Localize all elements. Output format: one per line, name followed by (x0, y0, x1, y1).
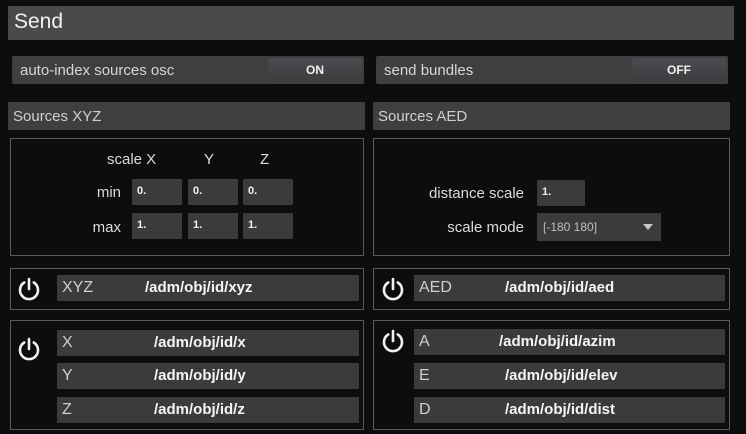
xyz-scale-panel: scale X Y Z min 0. 0. 0. max 1. 1. 1. (10, 138, 364, 256)
xyz-combined-panel: XYZ /adm/obj/id/xyz (10, 268, 364, 310)
window-title-bar: Send (8, 6, 734, 40)
auto-index-label: auto-index sources osc (20, 62, 175, 79)
power-icon[interactable] (16, 336, 42, 362)
window-title: Send (14, 10, 64, 33)
sources-xyz-title: Sources XYZ (13, 108, 102, 125)
scale-mode-label: scale mode (447, 219, 524, 236)
x-key: X (62, 334, 73, 351)
x-address-field[interactable]: X /adm/obj/id/x (57, 330, 359, 356)
power-icon[interactable] (16, 276, 42, 302)
distance-scale-input[interactable]: 1. (537, 180, 585, 206)
aed-separate-panel: A /adm/obj/id/azim E /adm/obj/id/elev D … (373, 320, 730, 430)
z-address-field[interactable]: Z /adm/obj/id/z (57, 397, 359, 423)
auto-index-toggle[interactable]: ON (268, 58, 362, 82)
d-key: D (419, 401, 431, 418)
distance-scale-label: distance scale (428, 185, 524, 202)
aed-address-field[interactable]: AED /adm/obj/id/aed (414, 275, 725, 301)
a-address-field[interactable]: A /adm/obj/id/azim (414, 329, 725, 355)
send-bundles-toggle[interactable]: OFF (632, 58, 726, 82)
d-address: /adm/obj/id/dist (505, 401, 616, 418)
min-x-input[interactable]: 0. (132, 179, 182, 205)
max-z-input[interactable]: 1. (243, 213, 293, 239)
aed-address: /adm/obj/id/aed (505, 279, 615, 296)
z-address: /adm/obj/id/z (154, 401, 245, 418)
sources-aed-title: Sources AED (378, 108, 468, 125)
aed-scale-panel: distance scale 1. scale mode [-180 180] (373, 138, 730, 256)
xyz-key: XYZ (62, 279, 94, 296)
z-header: Z (260, 151, 270, 168)
e-address-field[interactable]: E /adm/obj/id/elev (414, 363, 725, 389)
z-key: Z (62, 401, 72, 418)
aed-key: AED (419, 279, 452, 296)
min-z-input[interactable]: 0. (243, 179, 293, 205)
max-label: max (92, 219, 121, 236)
xyz-address: /adm/obj/id/xyz (145, 279, 253, 296)
max-x-input[interactable]: 1. (132, 213, 182, 239)
auto-index-row: auto-index sources osc ON (12, 56, 364, 84)
min-label: min (96, 184, 121, 201)
min-y-input[interactable]: 0. (188, 179, 238, 205)
xyz-address-field[interactable]: XYZ /adm/obj/id/xyz (57, 275, 359, 301)
sources-xyz-header: Sources XYZ (8, 102, 365, 130)
scale-mode-value: [-180 180] (543, 220, 598, 234)
y-address-field[interactable]: Y /adm/obj/id/y (57, 363, 359, 389)
a-address: /adm/obj/id/azim (499, 333, 616, 350)
power-icon[interactable] (380, 328, 406, 354)
e-address: /adm/obj/id/elev (505, 367, 618, 384)
send-bundles-label: send bundles (384, 62, 474, 79)
x-address: /adm/obj/id/x (154, 334, 246, 351)
y-address: /adm/obj/id/y (154, 367, 246, 384)
d-address-field[interactable]: D /adm/obj/id/dist (414, 397, 725, 423)
chevron-down-icon (643, 224, 653, 230)
power-icon[interactable] (380, 276, 406, 302)
max-y-input[interactable]: 1. (188, 213, 238, 239)
send-bundles-row: send bundles OFF (376, 56, 728, 84)
scale-mode-dropdown[interactable]: [-180 180] (537, 213, 661, 241)
scale-x-header: scale X (107, 151, 157, 168)
xyz-separate-panel: X /adm/obj/id/x Y /adm/obj/id/y Z /adm/o… (10, 320, 364, 430)
sources-aed-header: Sources AED (373, 102, 730, 130)
y-header: Y (204, 151, 215, 168)
y-key: Y (62, 367, 73, 384)
e-key: E (419, 367, 430, 384)
a-key: A (419, 333, 430, 350)
aed-combined-panel: AED /adm/obj/id/aed (373, 268, 730, 310)
